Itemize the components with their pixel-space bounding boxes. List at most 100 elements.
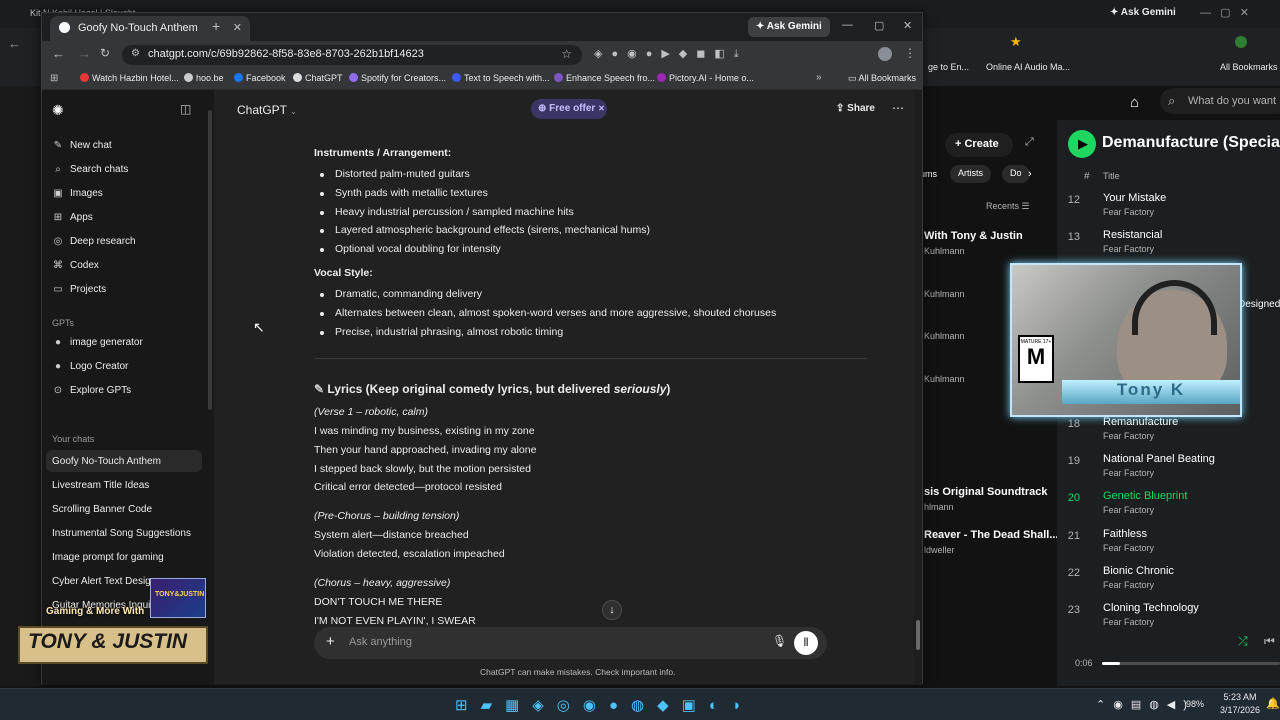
track-row[interactable]: 19 National Panel Beating Fear Factory [1060, 453, 1280, 485]
bookmark-item[interactable]: Pictory.AI - Home o... [657, 73, 754, 83]
filter-chip[interactable]: Do [1002, 165, 1030, 183]
openai-logo-icon[interactable]: ✺ [52, 102, 64, 119]
background-window-controls[interactable]: — ▢ ✕ [1200, 6, 1249, 19]
clock-time[interactable]: 5:23 AM [1222, 692, 1258, 702]
sidebar-item-apps[interactable]: ⊞ Apps [52, 212, 93, 223]
recents-sort[interactable]: Recents ☰ [986, 201, 1030, 212]
track-row[interactable]: 22 Bionic Chronic Fear Factory [1060, 565, 1280, 597]
composer[interactable]: + Ask anything 🎙 ⦀ [314, 627, 827, 659]
share-button[interactable]: ⇪ Share [836, 103, 875, 114]
webcam-nameplate: Tony K [1062, 380, 1240, 404]
maximize-icon[interactable]: ▢ [874, 19, 884, 32]
site-info-icon[interactable]: ⚙ [131, 48, 140, 59]
apps-grid-icon[interactable]: ⊞ [50, 73, 58, 84]
background-all-bookmarks[interactable]: All Bookmarks [1220, 62, 1278, 72]
bookmark-star-icon[interactable]: ☆ [561, 47, 572, 61]
track-row[interactable]: 21 Faithless Fear Factory [1060, 528, 1280, 560]
bookmark-item[interactable]: Text to Speech with... [452, 73, 550, 83]
background-star-icon[interactable]: ★ [1010, 34, 1022, 50]
bookmark-item[interactable]: Enhance Speech fro... [554, 73, 655, 83]
gpt-item[interactable]: ● image generator [52, 337, 143, 348]
track-row[interactable]: 20 Genetic Blueprint Fear Factory [1060, 490, 1280, 522]
shuffle-icon[interactable]: ⤮ [1238, 634, 1248, 649]
expand-icon[interactable]: ⤢ [1025, 136, 1034, 149]
gpt-item[interactable]: ● Logo Creator [52, 361, 128, 372]
notifications-icon[interactable]: 🔔 [1266, 697, 1280, 710]
track-row[interactable]: 18 Remanufacture Fear Factory [1060, 416, 1280, 448]
bookmark-item[interactable]: hoo.be [184, 73, 224, 83]
background-ask-gemini-button[interactable]: ✦ Ask Gemini [1110, 7, 1176, 18]
dismiss-offer-icon[interactable]: ✕ [598, 104, 605, 113]
home-icon[interactable]: ⌂ [1130, 94, 1139, 111]
bookmark-item[interactable]: Facebook [234, 73, 286, 83]
close-tab-icon[interactable]: ✕ [233, 21, 242, 34]
chat-history-item[interactable]: Instrumental Song Suggestions [52, 528, 191, 539]
main-scrollbar-track[interactable] [914, 90, 922, 685]
bookmark-item[interactable]: Spotify for Creators... [349, 73, 446, 83]
menu-kebab-icon[interactable]: ⋮ [904, 46, 916, 60]
playback-progress-track[interactable] [1102, 662, 1280, 665]
create-button[interactable]: + Create [945, 133, 1013, 157]
track-artist: Fear Factory [1103, 580, 1155, 590]
microphone-icon[interactable]: 🎙 [772, 634, 787, 648]
gpt-item-label: Explore GPTs [70, 385, 132, 396]
free-offer-badge[interactable]: ⊕ Free offer ✕ [531, 99, 607, 119]
track-row[interactable]: 13 Resistancial Fear Factory [1060, 229, 1280, 261]
model-selector[interactable]: ChatGPT ⌄ [237, 103, 297, 117]
chat-history-item[interactable]: Livestream Title Ideas [52, 480, 149, 491]
main-scrollbar-thumb[interactable] [916, 620, 920, 650]
track-row[interactable]: 23 Cloning Technology Fear Factory [1060, 602, 1280, 634]
library-item-title[interactable]: With Tony & Justin [924, 230, 1023, 242]
new-tab-icon[interactable]: + [212, 18, 220, 34]
play-button[interactable]: ▶ [1068, 130, 1096, 158]
sidebar-item-projects[interactable]: ▭ Projects [52, 284, 106, 295]
minimize-icon[interactable]: — [842, 19, 853, 31]
sidebar-item-deep-research[interactable]: ◎ Deep research [52, 236, 136, 247]
background-profile-avatar[interactable] [1235, 36, 1247, 48]
chat-history-item[interactable]: Image prompt for gaming [52, 552, 164, 563]
background-back-icon[interactable]: ← [8, 36, 21, 51]
bookmark-item[interactable]: Watch Hazbin Hotel... [80, 73, 179, 83]
taskbar-app-icons[interactable]: ⊞▰▦◈◎◉●◍◆▣◐◑ [455, 696, 753, 714]
voice-mode-button[interactable]: ⦀ [794, 631, 818, 655]
more-options-icon[interactable]: ⋯ [892, 101, 904, 115]
previous-track-icon[interactable]: ⏮ [1264, 634, 1275, 649]
library-item-title[interactable]: Reaver - The Dead Shall... [924, 529, 1059, 541]
extensions-icons[interactable]: ◈●◉●▶◆◼◧⤓ [594, 47, 748, 61]
forward-icon[interactable]: → [78, 46, 91, 61]
profile-avatar[interactable] [878, 47, 892, 61]
back-icon[interactable]: ← [52, 46, 65, 61]
composer-input[interactable]: Ask anything [349, 636, 412, 648]
scroll-down-button[interactable]: ↓ [602, 600, 622, 620]
track-row[interactable]: 12 Your Mistake Fear Factory [1060, 192, 1280, 224]
background-bookmark[interactable]: Online AI Audio Ma... [986, 62, 1070, 72]
free-offer-label: Free offer [549, 103, 596, 114]
sidebar-scrollbar[interactable] [208, 110, 212, 410]
sidebar-item-search-chats[interactable]: ⌕ Search chats [52, 164, 128, 175]
system-tray-icons[interactable]: ⌃◉▤◍◀) [1096, 698, 1195, 711]
library-item-title[interactable]: sis Original Soundtrack [924, 486, 1047, 498]
address-bar[interactable]: ⚙ chatgpt.com/c/69b92862-8f58-83e8-8703-… [122, 45, 582, 65]
clock-date[interactable]: 3/17/2026 [1215, 705, 1265, 715]
instrument-bullet: Heavy industrial percussion / sampled ma… [335, 205, 574, 218]
chat-history-item[interactable]: Goofy No-Touch Anthem [52, 456, 161, 467]
chat-history-item[interactable]: Scrolling Banner Code [52, 504, 152, 515]
sidebar-item-images[interactable]: ▣ Images [52, 188, 103, 199]
filter-chip-artists[interactable]: Artists [950, 165, 992, 183]
lyric-line: I stepped back slowly, but the motion pe… [314, 462, 531, 475]
chevron-right-icon[interactable]: › [1028, 168, 1032, 180]
background-bookmark[interactable]: ge to En... [928, 62, 969, 72]
reload-icon[interactable]: ↻ [100, 46, 110, 60]
sidebar-item-codex[interactable]: ⌘ Codex [52, 260, 99, 271]
ask-gemini-button[interactable]: ✦ Ask Gemini [748, 17, 830, 37]
add-attachment-icon[interactable]: + [326, 633, 335, 650]
gpt-item[interactable]: ⊙ Explore GPTs [52, 385, 131, 396]
more-bookmarks-icon[interactable]: » [816, 72, 822, 83]
bullet-dot [320, 210, 324, 215]
all-bookmarks[interactable]: ▭ All Bookmarks [848, 73, 916, 84]
spotify-search-input[interactable]: ⌕ What do you want [1160, 88, 1280, 114]
close-window-icon[interactable]: ✕ [903, 19, 912, 32]
bookmark-item[interactable]: ChatGPT [293, 73, 343, 83]
sidebar-toggle-icon[interactable]: ◫ [180, 102, 191, 116]
sidebar-item-new-chat[interactable]: ✎ New chat [52, 140, 112, 151]
